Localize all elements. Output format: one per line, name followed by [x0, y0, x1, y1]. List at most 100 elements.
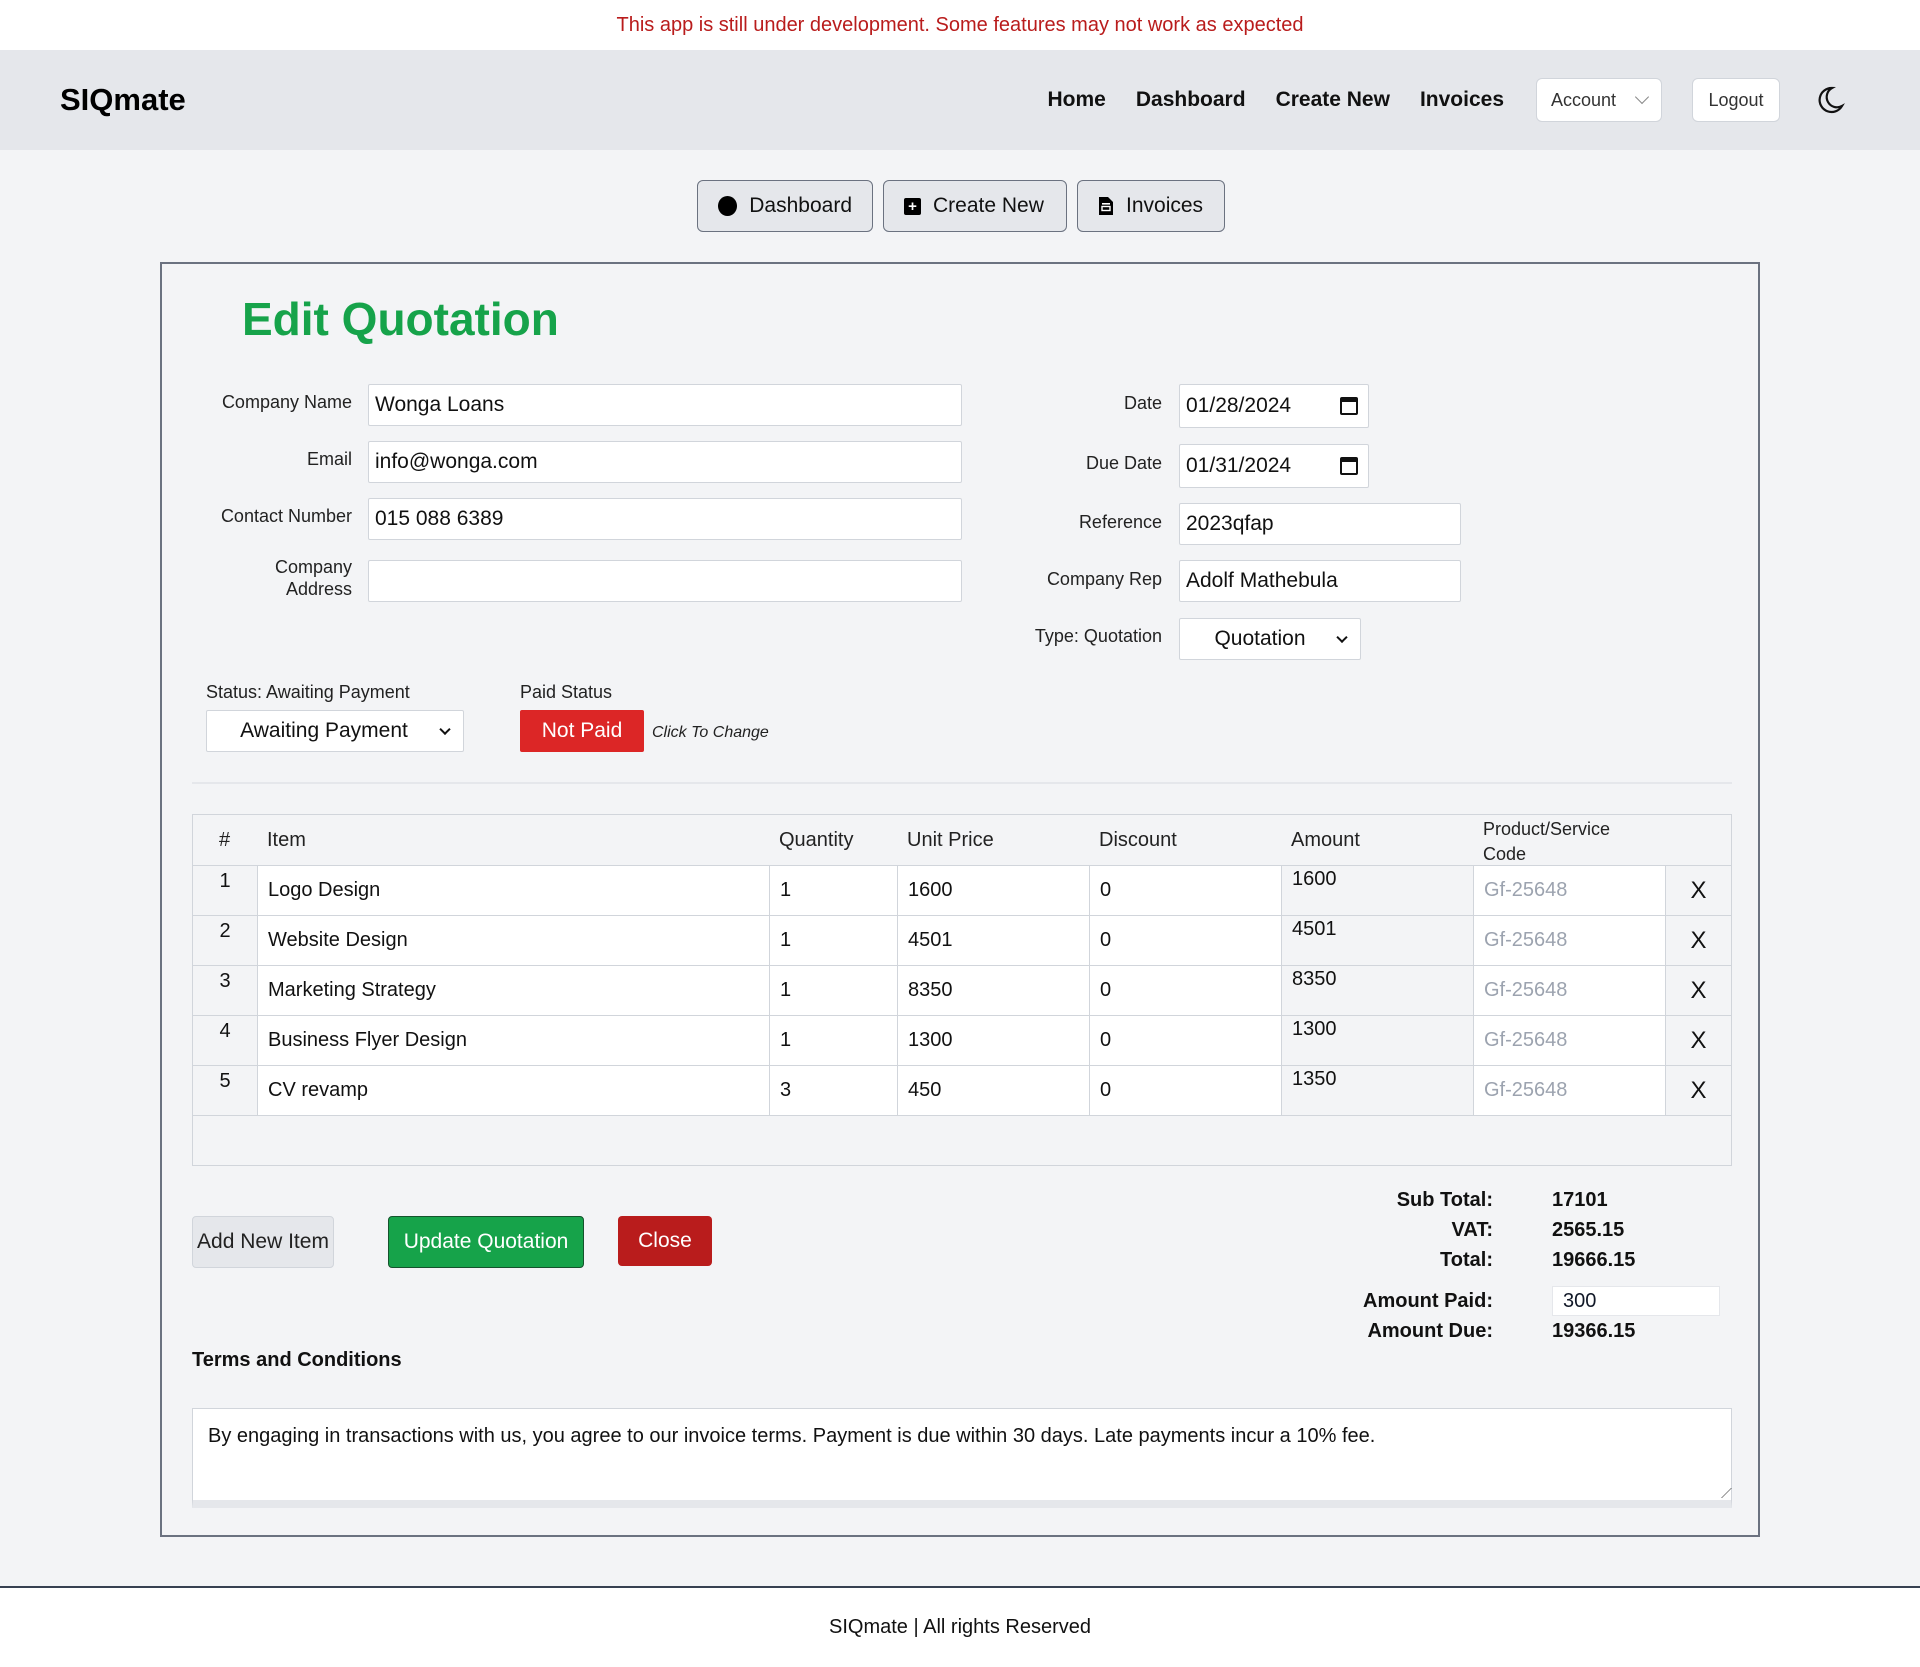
header-item: Item	[267, 828, 306, 851]
quick-invoices-label: Invoices	[1126, 194, 1204, 217]
due-date-field[interactable]: 01/31/2024	[1179, 444, 1369, 488]
company-name-input[interactable]	[375, 393, 955, 417]
item-name-input[interactable]: Business Flyer Design	[257, 1016, 769, 1065]
table-row: 3 Marketing Strategy 1 8350 0 8350 Gf-25648 X	[193, 965, 1731, 1015]
amount-due-value: 19366.15	[1552, 1320, 1636, 1342]
document-icon	[1099, 197, 1113, 215]
company-rep-field[interactable]	[1179, 560, 1461, 602]
item-name-input[interactable]: Website Design	[257, 916, 769, 965]
terms-textarea[interactable]: By engaging in transactions with us, you…	[192, 1408, 1732, 1508]
status-selected-value: Awaiting Payment	[240, 719, 408, 742]
quantity-input[interactable]: 1	[769, 866, 897, 915]
discount-input[interactable]: 0	[1089, 916, 1281, 965]
moon-icon[interactable]	[1810, 80, 1850, 120]
contact-number-input[interactable]	[375, 507, 955, 531]
type-select[interactable]: Quotation	[1179, 618, 1361, 660]
company-address-label-line2: Address	[285, 579, 352, 599]
remove-row-icon[interactable]: X	[1665, 866, 1731, 915]
item-name-input[interactable]: CV revamp	[257, 1066, 769, 1115]
company-address-field[interactable]	[368, 560, 962, 602]
calendar-icon[interactable]	[1340, 457, 1358, 475]
product-code-input[interactable]: Gf-25648	[1473, 866, 1665, 915]
quick-create-new-button[interactable]: + Create New	[883, 180, 1067, 232]
row-number: 4	[219, 1020, 231, 1042]
table-row: 5 CV revamp 3 450 0 1350 Gf-25648 X	[193, 1065, 1731, 1115]
header-amount: Amount	[1291, 828, 1360, 851]
resize-handle-icon[interactable]	[1712, 1488, 1732, 1498]
account-dropdown[interactable]: Account	[1536, 78, 1662, 122]
unit-price-input[interactable]: 450	[897, 1066, 1089, 1115]
dev-warning-banner: This app is still under development. Som…	[0, 0, 1920, 50]
chevron-down-icon	[1634, 89, 1650, 105]
remove-row-icon[interactable]: X	[1665, 1066, 1731, 1115]
unit-price-input[interactable]: 1300	[897, 1016, 1089, 1065]
plus-square-icon: +	[904, 197, 921, 215]
company-address-label-line1: Company	[274, 557, 352, 577]
quick-invoices-button[interactable]: Invoices	[1077, 180, 1225, 232]
unit-price-input[interactable]: 8350	[897, 966, 1089, 1015]
email-field[interactable]	[368, 441, 962, 483]
header-number: #	[219, 828, 231, 851]
amount-value: 8350	[1281, 966, 1473, 1015]
discount-input[interactable]: 0	[1089, 866, 1281, 915]
nav-home[interactable]: Home	[1048, 88, 1106, 112]
company-address-label: Company Address	[202, 556, 352, 600]
contact-number-field[interactable]	[368, 498, 962, 540]
sub-total-value: 17101	[1552, 1189, 1608, 1211]
vat-label: VAT:	[1451, 1219, 1493, 1241]
item-name-input[interactable]: Marketing Strategy	[257, 966, 769, 1015]
quick-dashboard-button[interactable]: Dashboard	[697, 180, 873, 232]
discount-input[interactable]: 0	[1089, 966, 1281, 1015]
remove-row-icon[interactable]: X	[1665, 1016, 1731, 1065]
quantity-input[interactable]: 3	[769, 1066, 897, 1115]
nav-invoices[interactable]: Invoices	[1420, 88, 1504, 112]
company-rep-input[interactable]	[1186, 569, 1454, 593]
date-field[interactable]: 01/28/2024	[1179, 384, 1369, 428]
due-date-label: Due Date	[1085, 453, 1162, 473]
nav-create-new[interactable]: Create New	[1276, 88, 1390, 112]
date-label: Date	[1123, 393, 1162, 413]
contact-number-label: Contact Number	[220, 506, 352, 526]
discount-input[interactable]: 0	[1089, 1016, 1281, 1065]
discount-input[interactable]: 0	[1089, 1066, 1281, 1115]
status-select[interactable]: Awaiting Payment	[206, 710, 464, 752]
product-code-input[interactable]: Gf-25648	[1473, 1016, 1665, 1065]
total-label: Total:	[1440, 1249, 1493, 1271]
add-new-item-button[interactable]: Add New Item	[192, 1216, 334, 1268]
remove-row-icon[interactable]: X	[1665, 916, 1731, 965]
company-name-field[interactable]	[368, 384, 962, 426]
quantity-input[interactable]: 1	[769, 916, 897, 965]
date-value: 01/28/2024	[1186, 394, 1292, 417]
company-address-input[interactable]	[375, 569, 955, 593]
calendar-icon[interactable]	[1340, 397, 1358, 415]
account-label: Account	[1551, 89, 1617, 110]
product-code-input[interactable]: Gf-25648	[1473, 966, 1665, 1015]
close-button[interactable]: Close	[618, 1216, 712, 1266]
update-quotation-button[interactable]: Update Quotation	[388, 1216, 584, 1268]
row-number: 1	[219, 870, 231, 892]
quantity-input[interactable]: 1	[769, 1016, 897, 1065]
terms-text: By engaging in transactions with us, you…	[208, 1425, 1376, 1447]
email-input[interactable]	[375, 450, 955, 474]
logout-button[interactable]: Logout	[1692, 78, 1780, 122]
quantity-input[interactable]: 1	[769, 966, 897, 1015]
email-label: Email	[306, 449, 352, 469]
reference-input[interactable]	[1186, 512, 1454, 536]
product-code-input[interactable]: Gf-25648	[1473, 916, 1665, 965]
row-number: 2	[219, 920, 231, 942]
nav-dashboard[interactable]: Dashboard	[1136, 88, 1246, 112]
item-name-input[interactable]: Logo Design	[257, 866, 769, 915]
paid-status-toggle-button[interactable]: Not Paid	[520, 710, 644, 752]
quick-dashboard-label: Dashboard	[749, 194, 852, 217]
quick-actions-bar: Dashboard + Create New Invoices	[0, 180, 1920, 232]
company-name-label: Company Name	[221, 392, 352, 412]
table-empty-footer	[193, 1115, 1731, 1116]
brand-logo[interactable]: SIQmate	[60, 82, 186, 118]
unit-price-input[interactable]: 4501	[897, 916, 1089, 965]
reference-field[interactable]	[1179, 503, 1461, 545]
product-code-input[interactable]: Gf-25648	[1473, 1066, 1665, 1115]
amount-paid-input[interactable]: 300	[1552, 1286, 1720, 1316]
unit-price-input[interactable]: 1600	[897, 866, 1089, 915]
remove-row-icon[interactable]: X	[1665, 966, 1731, 1015]
header-product-code: Product/Service Code	[1483, 819, 1611, 864]
